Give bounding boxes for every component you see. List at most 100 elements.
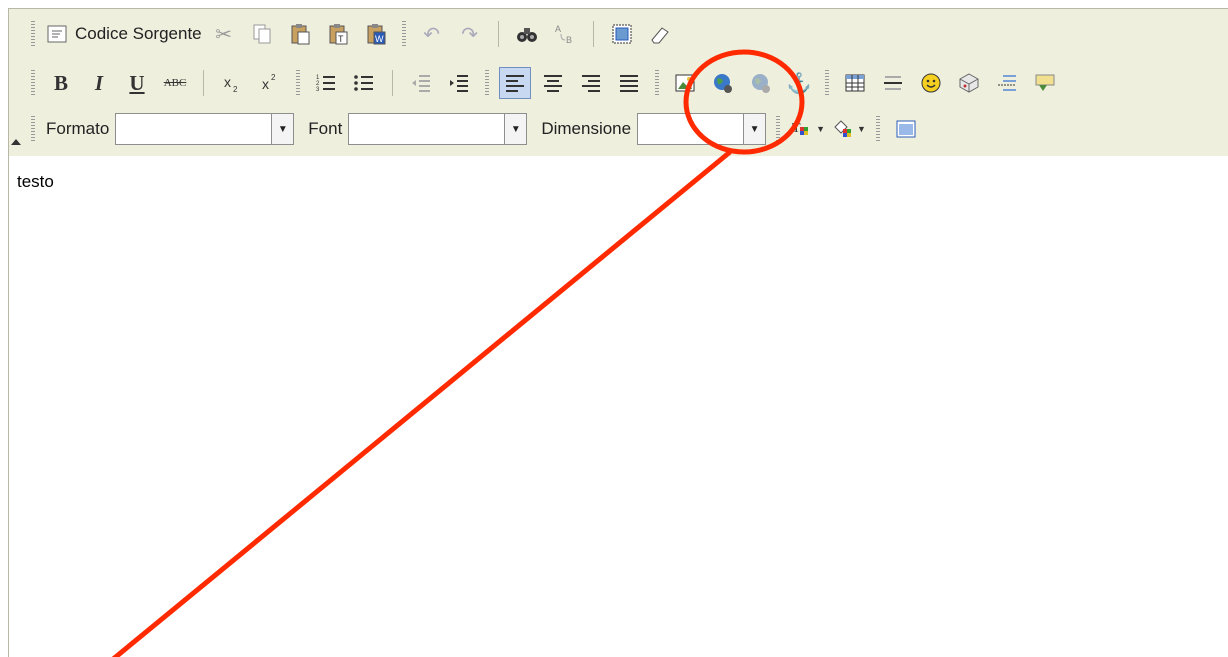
keyboard-icon bbox=[1035, 74, 1055, 91]
align-left-icon bbox=[506, 75, 524, 92]
bulleted-list-icon bbox=[354, 75, 373, 91]
globe-unlink-icon bbox=[752, 74, 770, 93]
toolbar-divider bbox=[203, 70, 204, 96]
justify-button[interactable] bbox=[613, 67, 645, 99]
toolbar-separator bbox=[401, 21, 406, 47]
toolbar-row-3: Formato ▼ Font ▼ Dimensione ▼ T ▼ ▼ bbox=[31, 110, 1228, 148]
toolbar-divider bbox=[592, 21, 594, 47]
bold-button[interactable]: B bbox=[45, 67, 77, 99]
editor-toolbar: Codice Sorgente ✂ T W ↶ ↷ AB B I U ABC x… bbox=[9, 9, 1228, 157]
strikethrough-button[interactable]: ABC bbox=[159, 67, 191, 99]
format-label: Formato bbox=[46, 119, 110, 138]
bulleted-list-button[interactable] bbox=[348, 67, 380, 99]
background-color-button[interactable]: ▼ bbox=[831, 113, 866, 145]
svg-text:2: 2 bbox=[271, 73, 276, 82]
editor-content-area[interactable]: testo bbox=[9, 156, 1228, 657]
numbered-list-button[interactable]: 123 bbox=[310, 67, 342, 99]
superscript-button[interactable]: x2 bbox=[254, 67, 286, 99]
unlink-button[interactable] bbox=[745, 67, 777, 99]
chevron-down-icon[interactable]: ▼ bbox=[272, 113, 295, 145]
toolbar-divider bbox=[497, 21, 499, 47]
paste-format-button[interactable] bbox=[1029, 67, 1061, 99]
find-button[interactable] bbox=[511, 18, 543, 50]
outdent-icon bbox=[412, 75, 430, 92]
subscript-icon: x2 bbox=[224, 74, 238, 94]
toolbar-grip bbox=[31, 21, 35, 47]
editor-content-text: testo bbox=[17, 172, 54, 191]
text-color-icon: T bbox=[792, 121, 809, 136]
format-dropdown-value[interactable] bbox=[115, 113, 273, 145]
horizontal-rule-button[interactable] bbox=[877, 67, 909, 99]
align-center-button[interactable] bbox=[537, 67, 569, 99]
smiley-button[interactable] bbox=[915, 67, 947, 99]
chevron-down-icon: ▼ bbox=[816, 124, 826, 134]
anchor-icon: ⚓ bbox=[786, 72, 812, 95]
text-color-button[interactable]: T ▼ bbox=[790, 113, 825, 145]
insert-table-button[interactable] bbox=[839, 67, 871, 99]
source-button[interactable]: Codice Sorgente bbox=[45, 18, 202, 50]
svg-text:W: W bbox=[375, 34, 384, 44]
collapse-toolbar-icon[interactable] bbox=[11, 139, 21, 145]
cut-button[interactable]: ✂ bbox=[208, 18, 240, 50]
remove-format-button[interactable] bbox=[644, 18, 676, 50]
copy-icon bbox=[253, 24, 271, 44]
toolbar-grip bbox=[31, 70, 35, 96]
paste-button[interactable] bbox=[284, 18, 316, 50]
smiley-icon bbox=[921, 73, 941, 93]
paste-icon bbox=[291, 24, 310, 45]
select-all-button[interactable] bbox=[606, 18, 638, 50]
size-dropdown-value[interactable] bbox=[637, 113, 745, 145]
italic-button[interactable]: I bbox=[83, 67, 115, 99]
subscript-button[interactable]: x2 bbox=[216, 67, 248, 99]
svg-text:x: x bbox=[224, 74, 231, 90]
copy-button[interactable] bbox=[246, 18, 278, 50]
toolbar-separator bbox=[485, 70, 489, 96]
align-center-icon bbox=[544, 75, 562, 92]
maximize-button[interactable] bbox=[890, 113, 922, 145]
toolbar-grip bbox=[31, 116, 35, 142]
underline-button[interactable]: U bbox=[121, 67, 153, 99]
special-char-button[interactable] bbox=[953, 67, 985, 99]
align-left-button[interactable] bbox=[499, 67, 531, 99]
paint-bucket-icon bbox=[834, 120, 852, 137]
align-right-button[interactable] bbox=[575, 67, 607, 99]
chevron-down-icon[interactable]: ▼ bbox=[505, 113, 528, 145]
paste-word-button[interactable]: W bbox=[360, 18, 392, 50]
scissors-icon: ✂ bbox=[215, 23, 233, 46]
anchor-button[interactable]: ⚓ bbox=[783, 67, 815, 99]
indent-button[interactable] bbox=[443, 67, 475, 99]
svg-text:T: T bbox=[792, 121, 801, 136]
align-right-icon bbox=[582, 75, 600, 92]
page-break-icon bbox=[998, 75, 1016, 91]
paste-text-button[interactable]: T bbox=[322, 18, 354, 50]
svg-text:x: x bbox=[262, 76, 269, 92]
replace-button[interactable]: AB bbox=[549, 18, 581, 50]
page-break-button[interactable] bbox=[991, 67, 1023, 99]
indent-icon bbox=[450, 75, 468, 92]
size-dropdown[interactable]: ▼ bbox=[637, 113, 767, 145]
font-dropdown[interactable]: ▼ bbox=[348, 113, 528, 145]
maximize-icon bbox=[896, 120, 916, 138]
special-char-icon bbox=[959, 73, 979, 93]
numbered-list-icon: 123 bbox=[316, 75, 335, 93]
source-button-label: Codice Sorgente bbox=[75, 24, 202, 43]
size-label: Dimensione bbox=[541, 119, 632, 138]
superscript-icon: x2 bbox=[262, 73, 276, 92]
redo-button[interactable]: ↷ bbox=[454, 18, 486, 50]
redo-icon: ↷ bbox=[461, 23, 479, 46]
insert-link-button[interactable] bbox=[707, 67, 739, 99]
font-dropdown-value[interactable] bbox=[348, 113, 506, 145]
svg-text:2: 2 bbox=[233, 85, 238, 94]
undo-button[interactable]: ↶ bbox=[416, 18, 448, 50]
image-icon bbox=[675, 74, 695, 92]
outdent-button[interactable] bbox=[405, 67, 437, 99]
svg-text:T: T bbox=[338, 34, 344, 44]
format-dropdown[interactable]: ▼ bbox=[115, 113, 295, 145]
paste-word-icon: W bbox=[367, 24, 386, 45]
insert-image-button[interactable] bbox=[669, 67, 701, 99]
table-icon bbox=[845, 74, 865, 92]
eraser-icon bbox=[651, 27, 669, 44]
horizontal-rule-icon bbox=[884, 76, 902, 90]
toolbar-row-1: Codice Sorgente ✂ T W ↶ ↷ AB bbox=[31, 15, 1228, 53]
chevron-down-icon[interactable]: ▼ bbox=[744, 113, 767, 145]
